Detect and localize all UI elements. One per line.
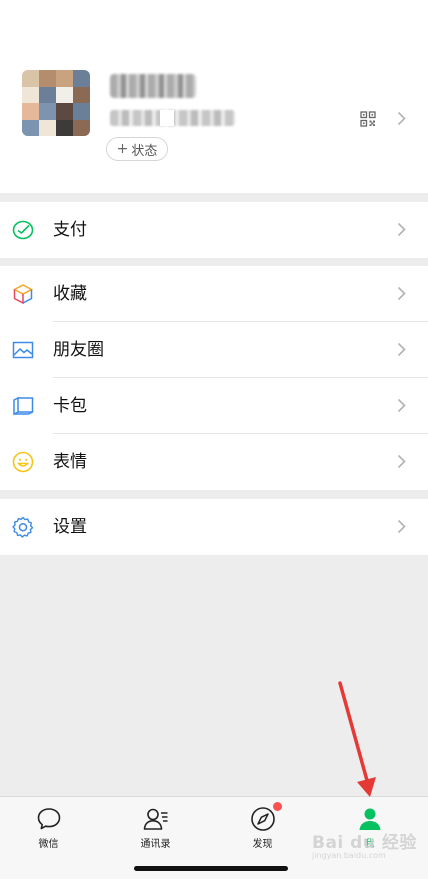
avatar-mosaic-tile	[73, 86, 90, 103]
wechat-id-gap	[160, 110, 174, 126]
qr-code-icon[interactable]	[360, 111, 376, 127]
menu-label-favorites: 收藏	[53, 284, 87, 304]
pay-group: 支付	[0, 202, 428, 258]
gear-icon	[12, 516, 34, 538]
tab-contacts[interactable]: 通讯录	[102, 797, 209, 857]
avatar-mosaic-tile	[39, 103, 56, 120]
notification-dot	[273, 802, 282, 811]
avatar[interactable]	[22, 70, 90, 136]
chevron-right-icon	[397, 454, 406, 469]
menu-label-moments: 朋友圈	[53, 340, 104, 360]
avatar-mosaic-tile	[39, 70, 56, 87]
menu-item-cards[interactable]: 卡包	[0, 378, 428, 434]
avatar-mosaic-tile	[73, 103, 90, 120]
avatar-mosaic-tile	[73, 119, 90, 136]
menu-label-settings: 设置	[53, 517, 87, 537]
chevron-right-icon	[397, 111, 406, 126]
avatar-mosaic-tile	[22, 86, 39, 103]
baidu-watermark: Bai du 经验 jingyan.baidu.com	[312, 828, 417, 860]
menu-label-pay: 支付	[53, 220, 87, 240]
settings-group: 设置	[0, 499, 428, 555]
contacts-icon	[143, 808, 167, 830]
avatar-mosaic-tile	[56, 86, 73, 103]
avatar-mosaic-tile	[56, 119, 73, 136]
card-wallet-icon	[13, 396, 34, 416]
tab-label-discover: 发现	[252, 839, 273, 850]
avatar-mosaic-tile	[22, 70, 39, 87]
chevron-right-icon	[397, 286, 406, 301]
menu-label-cards: 卡包	[53, 396, 87, 416]
chevron-right-icon	[397, 222, 406, 237]
avatar-mosaic-tile	[22, 103, 39, 120]
tab-label-chats: 微信	[38, 839, 59, 850]
pay-check-icon	[12, 220, 34, 240]
menu-item-pay[interactable]: 支付	[0, 202, 428, 258]
add-status-button[interactable]: + 状态	[106, 137, 168, 161]
menu-item-moments[interactable]: 朋友圈	[0, 322, 428, 378]
profile-header[interactable]: + 状态	[0, 0, 428, 193]
chevron-right-icon	[397, 519, 406, 534]
avatar-mosaic-tile	[73, 70, 90, 87]
avatar-mosaic-tile	[22, 119, 39, 136]
tab-chats[interactable]: 微信	[0, 797, 102, 857]
menu-label-stickers: 表情	[53, 452, 87, 472]
tab-discover[interactable]: 发现	[209, 797, 316, 857]
nickname-blurred	[110, 74, 196, 98]
menu-item-favorites[interactable]: 收藏	[0, 266, 428, 322]
chevron-right-icon	[397, 398, 406, 413]
smiley-face-icon	[12, 451, 34, 473]
features-group: 收藏 朋友圈 卡包 表情	[0, 266, 428, 490]
moments-picture-icon	[12, 341, 34, 359]
avatar-mosaic-tile	[39, 119, 56, 136]
favorites-cube-icon	[12, 284, 34, 305]
chevron-right-icon	[397, 342, 406, 357]
plus-icon: +	[116, 141, 129, 157]
menu-item-stickers[interactable]: 表情	[0, 434, 428, 490]
compass-icon	[250, 807, 275, 831]
home-indicator	[134, 866, 288, 871]
tab-label-contacts: 通讯录	[140, 839, 171, 850]
status-label: 状态	[131, 143, 158, 159]
avatar-mosaic-tile	[39, 86, 56, 103]
avatar-mosaic-tile	[56, 103, 73, 120]
chat-bubble-icon	[37, 808, 60, 830]
menu-item-settings[interactable]: 设置	[0, 499, 428, 555]
watermark-brand: Bai du 经验	[312, 833, 417, 853]
avatar-mosaic-tile	[56, 70, 73, 87]
